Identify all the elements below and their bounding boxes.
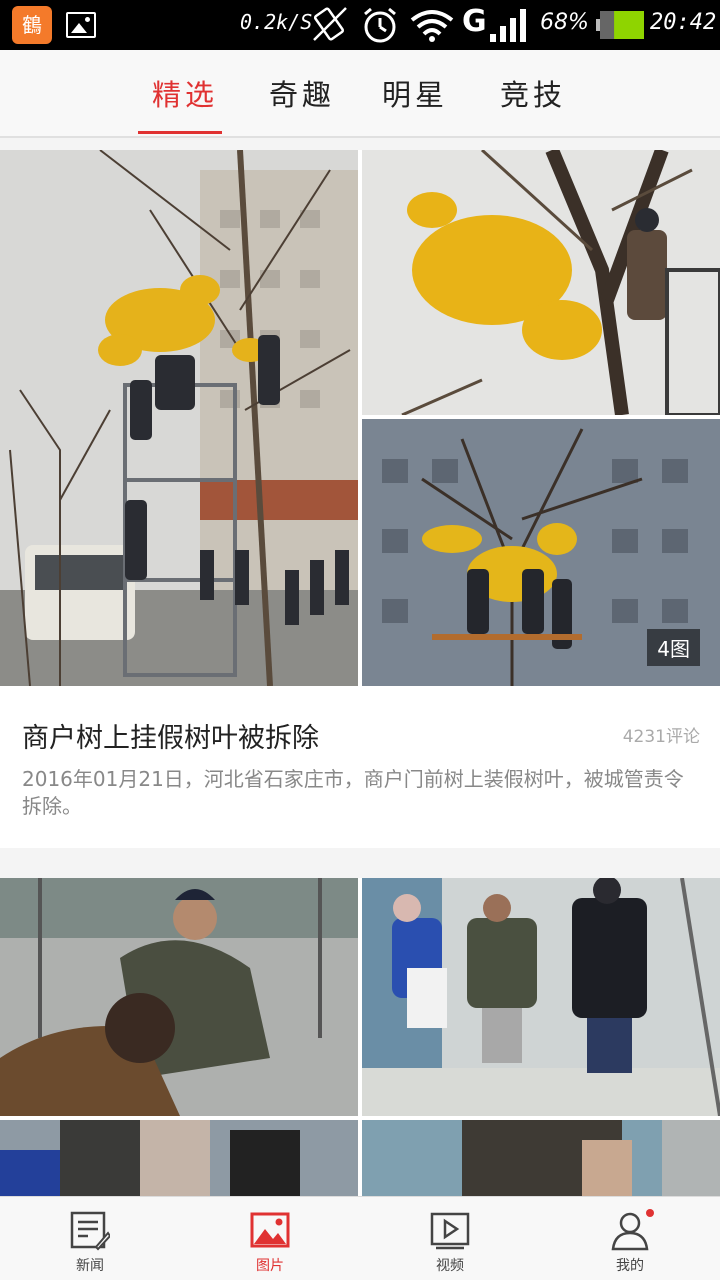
wifi-icon xyxy=(410,10,454,42)
nav-pictures-label: 图片 xyxy=(256,1258,284,1274)
photo-subway-stairs xyxy=(362,878,720,1116)
gallery-card-2[interactable] xyxy=(0,878,720,1198)
picture-icon xyxy=(250,1212,290,1248)
photo-subway-fight xyxy=(0,878,358,1116)
gallery-photo-3[interactable]: 4图 xyxy=(362,419,720,686)
category-tab-bar: 精选 奇趣 明星 竞技 xyxy=(0,50,720,138)
gallery2-photo-1[interactable] xyxy=(0,878,358,1116)
screen: 鶴 0.2k/S G 68% 20:42 精选 奇趣 明星 竞技 4图 商户树上… xyxy=(0,0,720,1280)
status-bar: 鶴 0.2k/S G 68% 20:42 xyxy=(0,0,720,50)
gallery-photo-main[interactable] xyxy=(0,150,358,686)
photo-tree-closeup xyxy=(362,150,720,415)
news-icon xyxy=(70,1211,110,1251)
nav-news[interactable]: 新闻 xyxy=(0,1197,180,1280)
app-icon: 鶴 xyxy=(12,6,52,44)
vibrate-icon xyxy=(313,7,347,41)
video-icon xyxy=(430,1212,470,1250)
tab-sports[interactable]: 竞技 xyxy=(500,72,566,114)
battery-icon xyxy=(596,11,644,39)
image-notification-icon xyxy=(66,12,96,38)
battery-percent: 68% xyxy=(540,10,589,35)
nav-news-label: 新闻 xyxy=(76,1258,104,1274)
gallery-card[interactable]: 4图 商户树上挂假树叶被拆除 4231评论 2016年01月21日，河北省石家庄… xyxy=(0,150,720,848)
nav-profile[interactable]: 我的 xyxy=(540,1197,720,1280)
network-speed: 0.2k/S xyxy=(240,10,313,34)
network-type: G xyxy=(462,4,487,39)
nav-profile-label: 我的 xyxy=(616,1258,644,1274)
gallery-description: 2016年01月21日，河北省石家庄市，商户门前树上装假树叶，被城管责令拆除。 xyxy=(22,767,684,818)
tab-featured[interactable]: 精选 xyxy=(152,72,218,114)
bottom-navigation: 新闻 图片 视频 我的 xyxy=(0,1196,720,1280)
clock: 20:42 xyxy=(650,10,717,35)
profile-icon xyxy=(611,1212,649,1251)
tab-celebrity[interactable]: 明星 xyxy=(382,72,448,114)
gallery-title[interactable]: 商户树上挂假树叶被拆除 xyxy=(22,716,319,755)
tab-curious[interactable]: 奇趣 xyxy=(269,72,335,114)
photo-count-badge: 4图 xyxy=(647,629,700,666)
gallery2-photo-3[interactable] xyxy=(0,1120,358,1198)
gallery-photo-2[interactable] xyxy=(362,150,720,415)
nav-video-label: 视频 xyxy=(436,1258,464,1274)
nav-video[interactable]: 视频 xyxy=(360,1197,540,1280)
signal-icon xyxy=(490,9,526,42)
alarm-icon xyxy=(364,7,396,43)
photo-subway-scene-4 xyxy=(362,1120,720,1198)
active-tab-indicator xyxy=(138,131,222,134)
photo-tree-scaffold xyxy=(0,150,358,686)
comment-count: 4231评论 xyxy=(622,727,700,747)
gallery2-photo-4[interactable] xyxy=(362,1120,720,1198)
notification-dot xyxy=(646,1209,654,1217)
nav-pictures[interactable]: 图片 xyxy=(180,1197,360,1280)
photo-subway-scene-3 xyxy=(0,1120,358,1198)
gallery2-photo-2[interactable] xyxy=(362,878,720,1116)
